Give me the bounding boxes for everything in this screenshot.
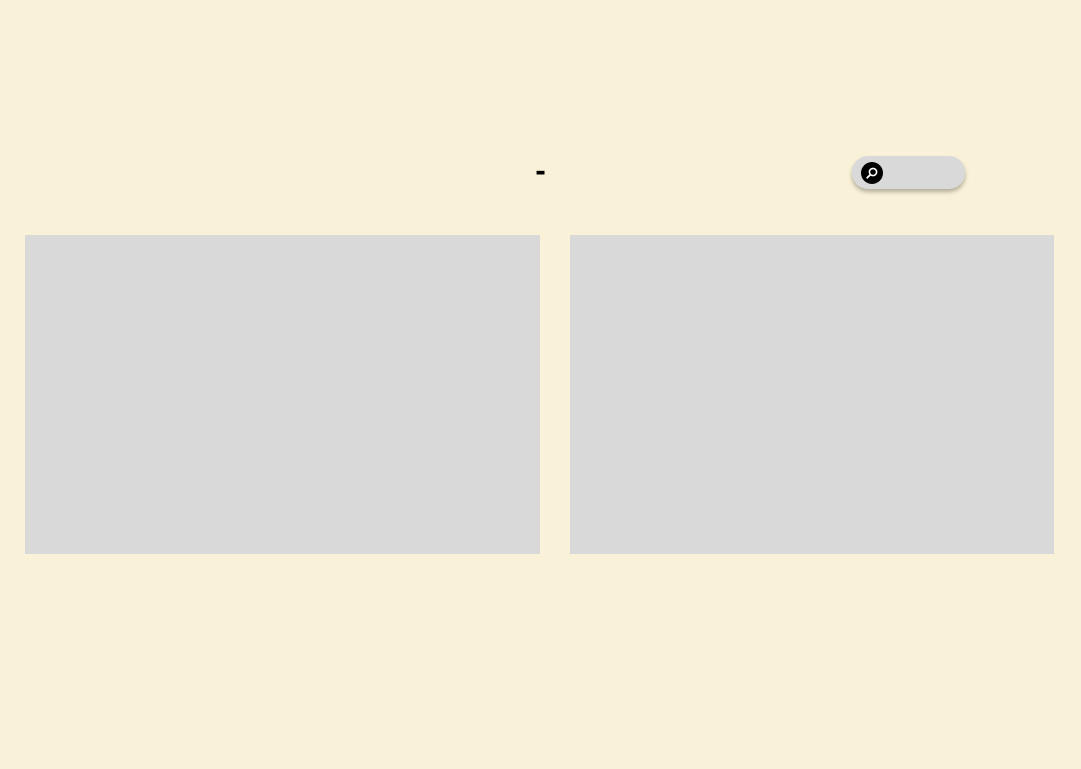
search-input[interactable] (883, 156, 965, 189)
content-panel-left (25, 235, 540, 554)
content-panel-right (570, 235, 1054, 554)
search-icon[interactable] (861, 161, 883, 184)
search-bar[interactable] (852, 156, 965, 189)
search-icon-glyph (866, 167, 878, 179)
